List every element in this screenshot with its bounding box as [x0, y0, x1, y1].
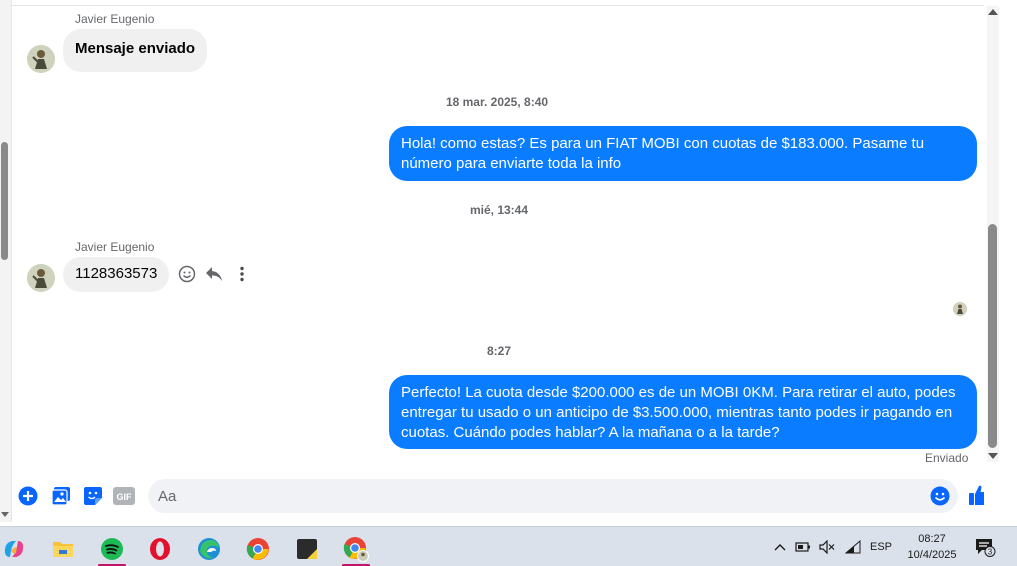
show-hidden-icons-chevron-icon[interactable] — [770, 527, 790, 566]
sender-name: Javier Eugenio — [75, 240, 155, 254]
delivery-status: Enviado — [925, 451, 969, 465]
sticky-notes-icon[interactable] — [287, 531, 327, 566]
left-scrollbar-thumb[interactable] — [1, 142, 8, 260]
sender-name: Javier Eugenio — [75, 12, 155, 26]
file-explorer-icon[interactable] — [43, 531, 83, 566]
message-timestamp: 18 mar. 2025, 8:40 — [445, 95, 549, 109]
incoming-message-bubble[interactable]: 1128363573 — [63, 257, 170, 292]
speaker-muted-icon[interactable] — [817, 527, 837, 566]
spotify-icon[interactable] — [92, 531, 132, 566]
read-receipt-avatar — [953, 302, 967, 316]
message-timestamp: mié, 13:44 — [469, 203, 529, 217]
outgoing-message-bubble[interactable]: Hola! como estas? Es para un FIAT MOBI c… — [389, 126, 977, 181]
edge-icon[interactable] — [189, 531, 229, 566]
smiley-icon[interactable] — [177, 264, 197, 284]
message-input[interactable] — [158, 485, 918, 507]
sticker-icon[interactable] — [82, 485, 104, 507]
chat-messages-area: Javier Eugenio Mensaje enviado 18 mar. 2… — [12, 0, 989, 522]
left-scrollbar[interactable] — [0, 0, 12, 522]
chat-scrollbar[interactable] — [984, 0, 1017, 522]
avatar[interactable] — [27, 45, 55, 73]
gif-label: GIF — [117, 492, 133, 502]
scrollbar-thumb[interactable] — [988, 224, 997, 448]
opera-icon[interactable] — [140, 531, 180, 566]
chat-top-divider — [12, 5, 984, 6]
message-input-container[interactable] — [148, 479, 958, 513]
clock-time: 08:27 — [918, 533, 946, 545]
scroll-down-arrow[interactable] — [988, 453, 998, 459]
emoji-icon[interactable] — [929, 485, 951, 507]
battery-icon[interactable] — [793, 527, 813, 566]
screen: Javier Eugenio Mensaje enviado 18 mar. 2… — [0, 0, 1017, 566]
notification-count: 3 — [988, 548, 993, 557]
system-clock[interactable]: 08:27 10/4/2025 — [898, 531, 966, 563]
reply-icon[interactable] — [204, 264, 224, 284]
wifi-icon[interactable] — [843, 527, 863, 566]
gif-icon[interactable]: GIF — [113, 485, 135, 507]
add-icon[interactable] — [17, 485, 39, 507]
message-timestamp: 8:27 — [486, 344, 512, 358]
more-options-icon[interactable] — [232, 264, 252, 284]
left-scroll-down-arrow[interactable] — [1, 512, 9, 517]
chrome-profile-icon[interactable] — [336, 531, 376, 566]
clock-date: 10/4/2025 — [907, 549, 957, 561]
copilot-icon[interactable] — [0, 531, 34, 566]
language-indicator[interactable]: ESP — [866, 527, 896, 566]
scroll-up-arrow[interactable] — [988, 9, 998, 15]
incoming-message-bubble[interactable]: Mensaje enviado — [63, 29, 208, 72]
avatar[interactable] — [27, 264, 55, 292]
photo-icon[interactable] — [50, 485, 72, 507]
outgoing-message-bubble[interactable]: Perfecto! La cuota desde $200.000 es de … — [389, 375, 977, 449]
windows-taskbar: ESP 08:27 10/4/2025 3 — [0, 526, 1017, 566]
chrome-icon[interactable] — [238, 531, 278, 566]
notifications-icon[interactable]: 3 — [972, 527, 998, 566]
